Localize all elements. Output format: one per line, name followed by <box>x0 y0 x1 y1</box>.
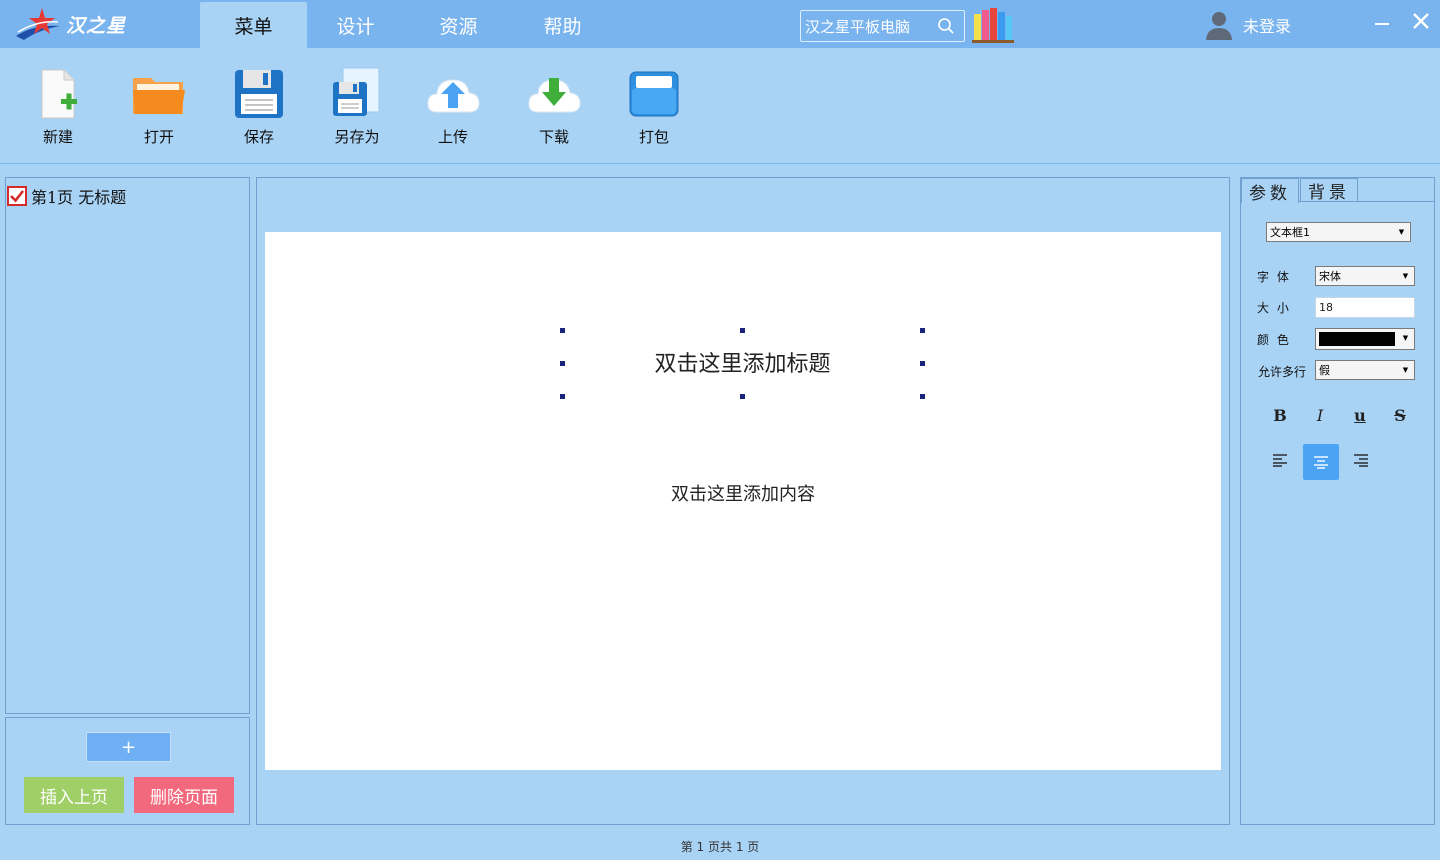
search-box <box>800 10 965 42</box>
chevron-down-icon: ▼ <box>1402 334 1409 342</box>
color-label: 颜 色 <box>1257 333 1291 347</box>
font-select[interactable]: 宋体 ▼ <box>1315 266 1415 286</box>
multiline-label: 允许多行 <box>1258 365 1307 379</box>
page-list-panel: 第1页 无标题 <box>5 177 250 714</box>
save-button[interactable]: 保存 <box>219 66 299 152</box>
package-icon <box>629 71 679 117</box>
open-label: 打开 <box>143 128 174 146</box>
pack-button[interactable]: 打包 <box>614 66 694 152</box>
toolbar: 新建 打开 保存 另存为 上传 下载 打包 <box>0 48 1440 164</box>
save-as-icon <box>333 67 380 116</box>
cloud-download-icon <box>528 78 581 113</box>
menu-tab-design[interactable]: 设计 <box>302 2 409 48</box>
search-button[interactable] <box>931 11 961 41</box>
search-icon <box>938 18 954 34</box>
parameters-body: 文本框1 ▼ 字 体 宋体 ▼ 大 小 18 颜 色 ▼ 允许多行 假 ▼ B … <box>1241 201 1434 824</box>
multiline-select[interactable]: 假 ▼ <box>1315 360 1415 380</box>
strikethrough-button[interactable]: S <box>1384 399 1416 431</box>
chevron-down-icon: ▼ <box>1402 272 1409 280</box>
login-status: 未登录 <box>1243 17 1292 36</box>
italic-button[interactable]: I <box>1304 399 1336 431</box>
multiline-select-value: 假 <box>1319 364 1330 377</box>
page-title-label: 第1页 无标题 <box>31 188 127 207</box>
size-input[interactable]: 18 <box>1315 297 1415 318</box>
library-button[interactable] <box>972 6 1016 44</box>
align-center-icon <box>1314 456 1328 469</box>
new-button[interactable]: 新建 <box>18 66 98 152</box>
search-input[interactable] <box>801 17 931 35</box>
page-status: 第 1 页共 1 页 <box>680 840 760 854</box>
cloud-upload-icon <box>427 79 480 113</box>
minimize-button[interactable] <box>1369 8 1395 34</box>
minimize-icon <box>1375 23 1389 25</box>
upload-button[interactable]: 上传 <box>413 66 493 152</box>
open-button[interactable]: 打开 <box>119 66 199 152</box>
title-bar: 汉之星 菜单 设计 资源 帮助 未登录 <box>0 0 1440 48</box>
new-file-icon <box>41 69 77 119</box>
element-select-value: 文本框1 <box>1270 226 1310 239</box>
properties-panel: 参数 背景 文本框1 ▼ 字 体 宋体 ▼ 大 小 18 颜 色 ▼ 允许多行 … <box>1240 177 1435 825</box>
pack-label: 打包 <box>638 128 669 146</box>
align-left-button[interactable] <box>1264 444 1296 476</box>
user-login[interactable]: 未登录 <box>1203 9 1291 41</box>
align-left-icon <box>1273 454 1287 467</box>
app-logo: 汉之星 <box>14 6 126 42</box>
font-select-value: 宋体 <box>1319 270 1341 283</box>
align-right-icon <box>1354 454 1368 467</box>
menu-tab-help[interactable]: 帮助 <box>509 2 616 48</box>
bold-button[interactable]: B <box>1264 399 1296 431</box>
save-disk-icon <box>235 70 283 118</box>
close-icon <box>1413 13 1429 29</box>
color-picker[interactable]: ▼ <box>1315 328 1415 350</box>
delete-page-button[interactable]: 删除页面 <box>134 777 234 813</box>
page-canvas[interactable]: 双击这里添加标题 双击这里添加内容 <box>265 232 1221 770</box>
element-select[interactable]: 文本框1 ▼ <box>1266 222 1411 242</box>
download-label: 下载 <box>538 128 569 146</box>
editor-panel: 双击这里添加标题 双击这里添加内容 <box>256 177 1230 825</box>
insert-page-button[interactable]: 插入上页 <box>24 777 124 813</box>
save-label: 保存 <box>243 128 274 146</box>
logo-text: 汉之星 <box>66 14 127 37</box>
content-placeholder[interactable]: 双击这里添加内容 <box>265 480 1221 506</box>
star-logo-icon <box>16 8 60 40</box>
save-as-label: 另存为 <box>334 128 380 146</box>
title-textbox[interactable]: 双击这里添加标题 <box>560 328 925 399</box>
tab-background[interactable]: 背景 <box>1300 178 1358 203</box>
page-actions-panel: + 插入上页 删除页面 <box>5 717 250 825</box>
add-page-button[interactable]: + <box>86 732 171 762</box>
new-label: 新建 <box>42 128 73 146</box>
color-swatch <box>1319 332 1395 346</box>
page-list-item[interactable]: 第1页 无标题 <box>6 178 249 208</box>
chevron-down-icon: ▼ <box>1398 228 1405 236</box>
close-button[interactable] <box>1408 8 1434 34</box>
upload-label: 上传 <box>437 128 468 146</box>
folder-icon <box>133 78 185 114</box>
chevron-down-icon: ▼ <box>1402 366 1409 374</box>
checkbox-checked-icon[interactable] <box>7 186 27 206</box>
tab-parameters[interactable]: 参数 <box>1241 178 1299 204</box>
save-as-button[interactable]: 另存为 <box>317 66 397 152</box>
menu-tab-menu[interactable]: 菜单 <box>200 2 307 48</box>
align-center-button[interactable] <box>1303 444 1339 480</box>
size-label: 大 小 <box>1257 301 1291 315</box>
align-right-button[interactable] <box>1345 444 1377 476</box>
books-icon <box>972 8 1014 43</box>
download-button[interactable]: 下载 <box>514 66 594 152</box>
title-placeholder: 双击这里添加标题 <box>654 352 831 377</box>
font-label: 字 体 <box>1257 270 1291 284</box>
user-avatar-icon <box>1206 12 1232 40</box>
menu-tab-resources[interactable]: 资源 <box>405 2 512 48</box>
underline-button[interactable]: u <box>1344 399 1376 431</box>
